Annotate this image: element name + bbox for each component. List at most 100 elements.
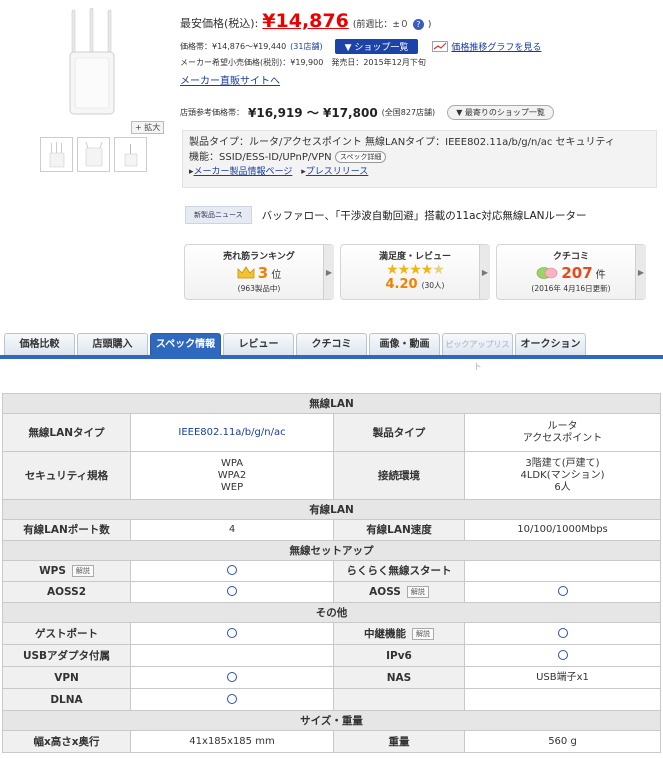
min-price[interactable]: ¥14,876 <box>262 10 349 32</box>
rating-title: 満足度・レビュー <box>378 252 451 262</box>
ranking-box[interactable]: 売れ筋ランキング 3位 (963製品中) ▶ <box>184 244 334 300</box>
security-value-3: WEP <box>220 481 244 493</box>
review-value-row: 207 件 <box>497 264 645 282</box>
crown-icon <box>237 266 255 279</box>
star-empty-icon: ★ <box>432 262 445 278</box>
env-value-1: 3階建て(戸建て) <box>525 457 600 469</box>
dlna-label: DLNA <box>2 688 131 711</box>
aoss-label: AOSS 解説 <box>333 581 465 603</box>
nas-label: NAS <box>333 666 465 689</box>
rating-value: 4.20 <box>385 277 418 292</box>
aoss2-value <box>130 581 334 603</box>
min-price-label: 最安価格(税込): <box>180 17 259 30</box>
guest-port-value <box>130 622 334 645</box>
security-value: WPA WPA2 WEP <box>130 451 334 500</box>
relay-value <box>464 622 661 645</box>
supported-circle-icon <box>227 671 237 682</box>
supported-circle-icon <box>227 627 237 638</box>
spec-detail-button[interactable]: スペック詳細 <box>334 151 387 163</box>
product-type-label: 製品タイプ <box>333 413 465 452</box>
supported-circle-icon <box>557 649 568 660</box>
spec-summary-line2: 機能：SSID/ESS-ID/UPnP/VPN <box>189 152 332 163</box>
shop-list-button[interactable]: ▼ ショップ一覧 <box>334 39 419 54</box>
question-icon[interactable]: ? <box>412 19 424 30</box>
news-row: 新製品ニュース バッファロー、「干渉波自動回避」搭載の11ac対応無線LANルー… <box>185 206 587 224</box>
relay-label: 中継機能 解説 <box>333 622 465 645</box>
star-icon: ★ <box>397 262 411 278</box>
section-wired-lan: 有線LAN <box>2 499 661 520</box>
ranking-unit: 位 <box>271 269 282 281</box>
maker-direct-link[interactable]: メーカー直販サイトへ <box>180 72 280 87</box>
review-title: クチコミ <box>552 252 589 262</box>
star-icon: ★ <box>420 262 434 278</box>
env-value-2: 4LDK(マンション) <box>520 469 605 481</box>
ipv6-label: IPv6 <box>333 644 465 667</box>
review-box[interactable]: クチコミ 207 件 (2016年 4月16日更新) ▶ <box>496 244 646 300</box>
store-price-row: 店頭参考価格帯： ¥16,919 〜 ¥17,800 (全国827店舗) ▼ 最… <box>180 104 554 121</box>
wps-kaisetsu-button[interactable]: 解説 <box>71 565 94 577</box>
tab-price-compare[interactable]: 価格比較 <box>4 333 75 355</box>
tab-kuchikomi[interactable]: クチコミ <box>296 333 367 355</box>
tab-store-purchase[interactable]: 店頭購入 <box>77 333 148 355</box>
supported-circle-icon <box>227 565 237 575</box>
ranking-sub: (963製品中) <box>237 284 281 293</box>
rating-box[interactable]: 満足度・レビュー ★★★★★ 4.20 (30人) ▶ <box>340 244 490 300</box>
relay-kaisetsu-button[interactable]: 解説 <box>412 627 434 640</box>
tab-spec[interactable]: スペック情報 <box>150 333 221 355</box>
wps-label-text: WPS <box>39 565 66 577</box>
nearest-shop-button[interactable]: ▼ 最寄りのショップ一覧 <box>447 105 554 120</box>
env-value: 3階建て(戸建て) 4LDK(マンション) 6人 <box>464 451 661 500</box>
product-image[interactable] <box>58 7 136 118</box>
store-price-label: 店頭参考価格帯： <box>180 108 244 117</box>
review-value: 207 <box>561 264 593 282</box>
spec-summary-line2-row: 機能：SSID/ESS-ID/UPnP/VPN スペック詳細 <box>189 150 650 165</box>
env-label: 接続環境 <box>333 451 465 500</box>
aoss-label-text: AOSS <box>369 586 401 598</box>
price-range-row: 価格帯：¥14,876〜¥19,440 (31店舗) ▼ ショップ一覧 価格推移… <box>180 39 541 54</box>
store-price-count: (全国827店舗) <box>381 108 436 117</box>
wps-label: WPS 解説 <box>2 560 131 582</box>
thumbnail-1[interactable] <box>40 137 73 172</box>
ranking-title: 売れ筋ランキング <box>223 252 295 262</box>
rating-value-row: 4.20 (30人) <box>341 277 489 292</box>
review-unit: 件 <box>595 269 606 281</box>
thumbnail-2[interactable] <box>77 137 110 172</box>
news-tag: 新製品ニュース <box>185 206 252 224</box>
guest-port-label: ゲストポート <box>2 622 131 645</box>
rating-stars: ★★★★★ <box>341 263 489 277</box>
section-wireless-setup: 無線セットアップ <box>2 540 661 561</box>
wlan-type-value[interactable]: IEEE802.11a/b/g/n/ac <box>130 413 334 452</box>
press-release-link[interactable]: プレスリリース <box>306 167 369 177</box>
thumbnail-list <box>40 137 147 172</box>
tab-images-videos[interactable]: 画像・動画 <box>369 333 440 355</box>
price-graph-link-text[interactable]: 価格推移グラフを見る <box>451 40 541 53</box>
aoss2-label: AOSS2 <box>2 581 131 603</box>
zoom-button[interactable]: + 拡大 <box>131 121 165 134</box>
supported-circle-icon <box>557 586 568 596</box>
rakuraku-label: らくらく無線スタート <box>333 560 465 582</box>
news-headline-link[interactable]: バッファロー、「干渉波自動回避」搭載の11ac対応無線LANルーター <box>262 208 587 223</box>
ranking-value: 3 <box>257 264 269 282</box>
usb-adapter-label: USBアダプタ付属 <box>2 644 131 667</box>
thumbnail-3[interactable] <box>114 137 147 172</box>
vpn-value <box>130 666 334 689</box>
tab-review[interactable]: レビュー <box>223 333 294 355</box>
nas-value: USB端子x1 <box>464 666 661 689</box>
price-graph-link[interactable]: 価格推移グラフを見る <box>432 40 541 53</box>
ranking-arrow-icon: ▶ <box>323 245 334 299</box>
aoss-value <box>464 581 661 603</box>
size-label: 幅x高さx奥行 <box>2 730 131 753</box>
price-change-close: ) <box>427 20 432 30</box>
maker-product-link[interactable]: メーカー製品情報ページ <box>194 167 293 177</box>
store-count-link[interactable]: (31店舗) <box>290 41 322 52</box>
wired-ports-value: 4 <box>130 519 334 541</box>
price-row: 最安価格(税込): ¥14,876 (前週比：±０ ? ) <box>180 10 431 32</box>
rating-sub: (30人) <box>421 281 445 290</box>
relay-label-text: 中継機能 <box>364 627 406 640</box>
tab-auction[interactable]: オークション <box>515 333 586 355</box>
spec-table: 無線LAN 無線LANタイプ IEEE802.11a/b/g/n/ac 製品タイ… <box>2 393 661 753</box>
rating-arrow-icon: ▶ <box>479 245 490 299</box>
aoss-kaisetsu-button[interactable]: 解説 <box>406 586 429 598</box>
tab-underline <box>0 355 663 359</box>
price-range: 価格帯：¥14,876〜¥19,440 <box>180 42 287 51</box>
